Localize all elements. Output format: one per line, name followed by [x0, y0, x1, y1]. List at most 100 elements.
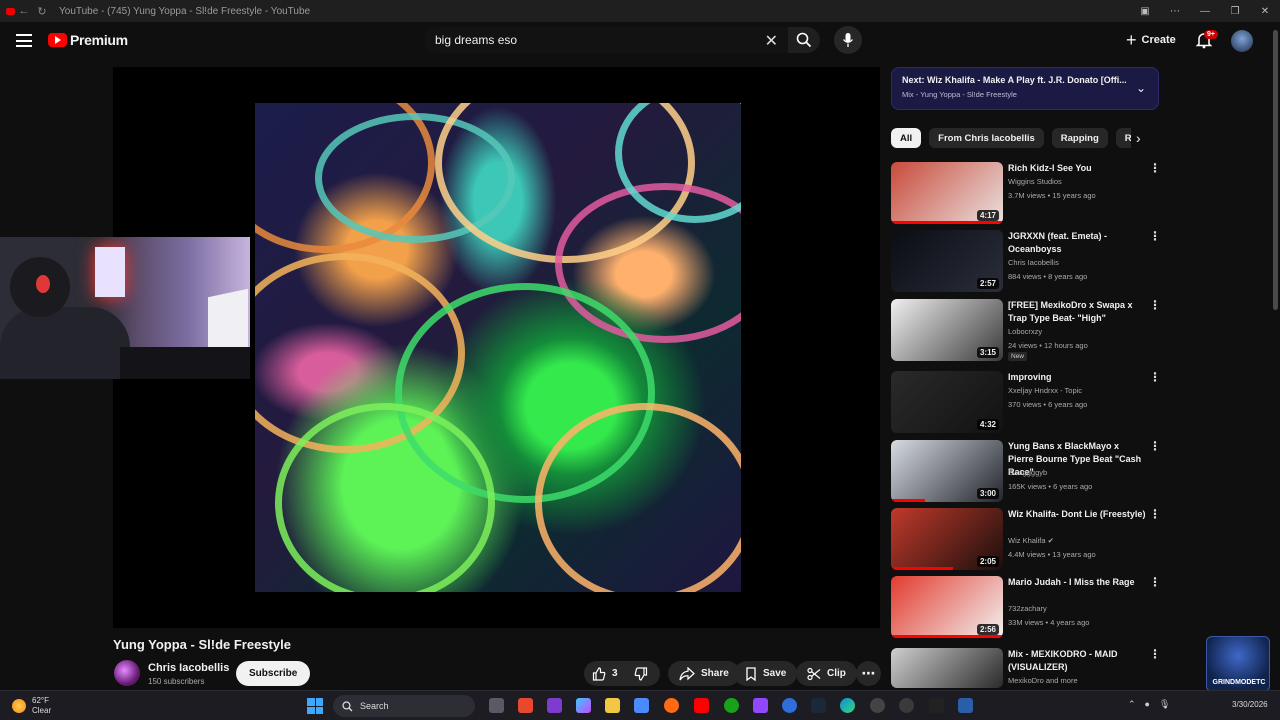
xbox-icon[interactable] — [724, 698, 739, 713]
search-input[interactable]: big dreams eso ✕ — [424, 27, 788, 53]
more-options-icon[interactable]: ⋮ — [1149, 299, 1161, 311]
more-options-icon[interactable]: ⋮ — [1149, 230, 1161, 242]
minimize-icon[interactable]: — — [1190, 6, 1220, 17]
app-icon[interactable]: ▣ — [1130, 6, 1160, 17]
recommendation-channel[interactable]: Swaggggyb — [1008, 468, 1047, 477]
recommendation-channel[interactable]: Wiz Khalifa ✔ — [1008, 536, 1054, 545]
app-icon-purple[interactable] — [547, 698, 562, 713]
recommendation-channel[interactable]: MexikoDro and more — [1008, 676, 1078, 685]
app-icon-blue[interactable] — [782, 698, 797, 713]
video-thumbnail[interactable]: 2:57 — [891, 230, 1003, 292]
channel-name[interactable]: Chris Iacobellis — [148, 662, 229, 674]
share-button[interactable]: Share — [668, 661, 740, 686]
recommendation-item[interactable]: 4:32 Improving Xxeljay Hndrxx - Topic 370 v… — [891, 371, 1161, 433]
page-scrollbar[interactable] — [1273, 30, 1278, 310]
account-avatar[interactable] — [1231, 30, 1253, 52]
recommendation-channel[interactable]: Xxeljay Hndrxx - Topic — [1008, 386, 1082, 395]
refresh-icon[interactable]: ↻ — [33, 5, 51, 18]
maximize-icon[interactable]: ❐ — [1220, 6, 1250, 17]
copilot-icon[interactable] — [576, 698, 591, 713]
chip-all[interactable]: All — [891, 128, 922, 148]
recommendation-title[interactable]: Mix - MEXIKODRO - MAID (VISUALIZER) — [1008, 648, 1146, 674]
video-thumbnail[interactable]: 4:32 — [891, 371, 1003, 433]
shield-icon[interactable] — [958, 698, 973, 713]
more-options-icon[interactable]: ⋮ — [1149, 648, 1161, 660]
recommendation-item[interactable]: 2:56 Mario Judah - I Miss the Rage 732zach… — [891, 576, 1161, 638]
video-thumbnail[interactable]: 2:56 — [891, 576, 1003, 638]
more-actions-icon[interactable]: ⋯ — [856, 661, 881, 686]
recommendation-title[interactable]: JGRXXN (feat. Emeta) - Oceanboyss — [1008, 230, 1146, 256]
more-options-icon[interactable]: ⋮ — [1149, 508, 1161, 520]
clip-button[interactable]: Clip — [796, 661, 857, 686]
chevron-up-icon[interactable]: ⌃ — [1128, 699, 1136, 710]
recommendation-title[interactable]: Improving — [1008, 371, 1146, 384]
store-icon[interactable] — [634, 698, 649, 713]
webcam-overlay — [0, 237, 250, 379]
app-icon-circle[interactable] — [899, 698, 914, 713]
video-thumbnail[interactable]: 3:15 — [891, 299, 1003, 361]
chip-from-channel[interactable]: From Chris Iacobellis — [929, 128, 1044, 148]
recommendation-title[interactable]: Mario Judah - I Miss the Rage — [1008, 576, 1146, 589]
recommendation-item[interactable]: 4:17 Rich Kidz-I See You Wiggins Studios 3.… — [891, 162, 1161, 224]
app-icon-red[interactable] — [518, 698, 533, 713]
back-icon[interactable]: ← — [15, 5, 33, 17]
recommendation-channel[interactable]: 732zachary — [1008, 604, 1047, 613]
more-options-icon[interactable]: ⋮ — [1149, 576, 1161, 588]
recommendation-item[interactable]: 3:00 Yung Bans x BlackMayo x Pierre Bourn… — [891, 440, 1161, 502]
video-thumbnail[interactable]: 2:05 — [891, 508, 1003, 570]
bookmark-icon — [746, 666, 756, 681]
channel-text: Swaggggyb — [1008, 468, 1048, 477]
task-view-icon[interactable] — [489, 698, 504, 713]
windows-start-icon[interactable] — [307, 698, 323, 714]
recommendation-item[interactable]: 3:15 [FREE] MexikoDro x Swapa x Trap Type… — [891, 299, 1161, 361]
menu-icon[interactable] — [16, 34, 32, 47]
chip-related[interactable]: Relate — [1115, 128, 1131, 148]
more-options-icon[interactable]: ⋮ — [1149, 162, 1161, 174]
twitch-icon[interactable] — [753, 698, 768, 713]
video-thumbnail[interactable]: 4:17 — [891, 162, 1003, 224]
chevron-down-icon[interactable]: ⌄ — [1136, 81, 1146, 95]
save-button[interactable]: Save — [734, 661, 798, 686]
recommendation-channel[interactable]: Chris Iacobellis — [1008, 258, 1059, 267]
chip-rapping[interactable]: Rapping — [1051, 128, 1108, 148]
clear-search-icon[interactable]: ✕ — [765, 31, 778, 51]
youtube-app-icon[interactable] — [694, 698, 709, 713]
search-button[interactable] — [788, 27, 820, 53]
chevron-right-icon[interactable]: › — [1136, 130, 1141, 146]
recommendation-title[interactable]: Wiz Khalifa- Dont Lie (Freestyle) — [1008, 508, 1146, 521]
recommendation-channel[interactable]: Wiggins Studios — [1008, 177, 1062, 186]
recommendation-title[interactable]: Rich Kidz-I See You — [1008, 162, 1146, 175]
epic-games-icon[interactable] — [929, 698, 944, 713]
app-icon-orange[interactable] — [664, 698, 679, 713]
close-window-icon[interactable]: ✕ — [1250, 6, 1280, 17]
weather-widget[interactable]: 62°F Clear — [12, 696, 51, 716]
recommendation-title[interactable]: [FREE] MexikoDro x Swapa x Trap Type Bea… — [1008, 299, 1146, 325]
voice-search-button[interactable] — [834, 26, 862, 54]
video-thumbnail[interactable] — [891, 648, 1003, 688]
window-menu-icon[interactable]: ⋯ — [1160, 6, 1190, 17]
youtube-logo[interactable]: Premium — [48, 32, 128, 48]
video-thumbnail[interactable]: 3:00 — [891, 440, 1003, 502]
dislike-button[interactable] — [626, 661, 662, 686]
recommendation-item[interactable]: 2:57 JGRXXN (feat. Emeta) - Oceanboyss Chr… — [891, 230, 1161, 292]
app-icon-gray[interactable] — [870, 698, 885, 713]
microphone-icon[interactable]: 🎙 — [1159, 699, 1170, 710]
subscribe-button[interactable]: Subscribe — [236, 661, 311, 686]
tray-app-icon[interactable]: ● — [1145, 699, 1150, 710]
duration-badge: 3:15 — [976, 347, 999, 358]
like-button[interactable]: 3 — [584, 661, 626, 686]
create-button[interactable]: + Create — [1126, 31, 1176, 49]
webcam-monitor — [95, 247, 125, 297]
channel-avatar[interactable] — [114, 660, 140, 686]
edge-icon[interactable] — [840, 698, 855, 713]
next-up-panel[interactable]: Next: Wiz Khalifa - Make A Play ft. J.R.… — [891, 67, 1159, 110]
recommendation-channel[interactable]: Lobocrxzy — [1008, 327, 1042, 336]
steam-icon[interactable] — [811, 698, 826, 713]
more-options-icon[interactable]: ⋮ — [1149, 440, 1161, 452]
recommendation-item[interactable]: 2:05 Wiz Khalifa- Dont Lie (Freestyle) Wiz… — [891, 508, 1161, 570]
next-up-title: Next: Wiz Khalifa - Make A Play ft. J.R.… — [902, 75, 1126, 85]
taskbar-search[interactable]: Search — [333, 695, 475, 717]
recommendation-item[interactable]: Mix - MEXIKODRO - MAID (VISUALIZER) Mexik… — [891, 648, 1161, 688]
file-explorer-icon[interactable] — [605, 698, 620, 713]
more-options-icon[interactable]: ⋮ — [1149, 371, 1161, 383]
